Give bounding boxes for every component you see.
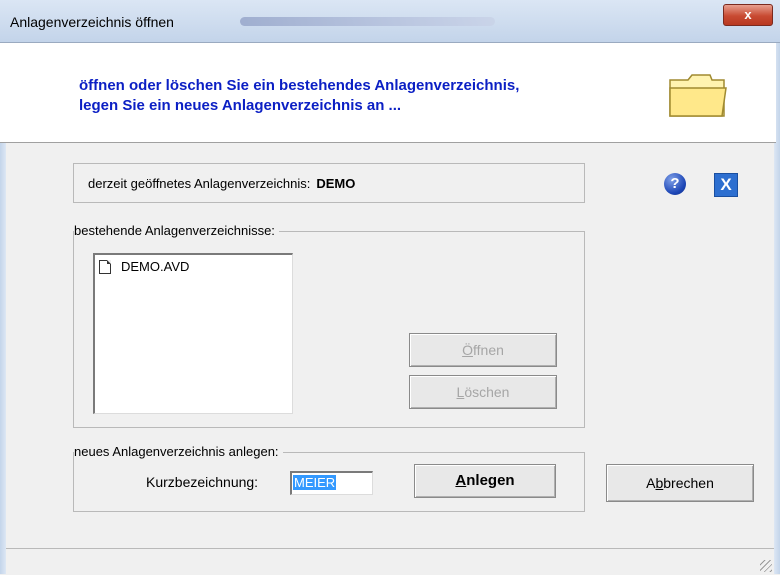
open-button-label: ffnen [473,342,504,358]
existing-directories-legend: bestehende Anlagenverzeichnisse: [74,223,279,238]
window-title: Anlagenverzeichnis öffnen [10,14,174,30]
current-label-text: derzeit geöffnetes Anlagenverzeichnis: [88,176,311,191]
header-line-2: legen Sie ein neues Anlagenverzeichnis a… [79,97,402,114]
status-bar [6,548,774,575]
blurred-title-region [240,17,495,26]
current-directory-box: derzeit geöffnetes Anlagenverzeichnis: DE… [73,163,585,203]
directory-listbox[interactable]: DEMO.AVD [93,253,293,414]
cancel-button[interactable]: Abbrechen [606,464,754,502]
delete-button[interactable]: Löschen [409,375,557,409]
list-item[interactable]: DEMO.AVD [99,259,189,274]
list-item-label: DEMO.AVD [121,259,190,274]
short-name-value: MEIER [293,475,337,490]
help-icon[interactable]: ? [664,173,686,195]
resize-grip-icon[interactable] [760,560,772,572]
current-directory-value: DEMO [316,176,356,191]
open-button[interactable]: Öffnen [409,333,557,367]
short-name-label: Kurzbezeichnung: [146,474,259,490]
title-bar[interactable]: Anlagenverzeichnis öffnen x [0,0,780,43]
folder-icon [669,74,727,117]
short-name-input[interactable]: MEIER [290,471,373,495]
window-close-button[interactable]: x [723,4,773,26]
cancel-button-label: brechen [663,475,714,491]
close-icon[interactable]: X [714,173,738,197]
delete-button-label: öschen [464,384,510,400]
create-button-access-key: A [455,472,467,489]
file-icon [99,259,111,274]
current-directory-label: derzeit geöffnetes Anlagenverzeichnis: DE… [88,176,355,191]
header-instructions: öffnen oder löschen Sie ein bestehendes … [79,76,639,116]
new-directory-legend: neues Anlagenverzeichnis anlegen: [74,444,283,459]
header-line-1: öffnen oder löschen Sie ein bestehendes … [79,77,520,94]
create-button[interactable]: Anlegen [414,464,556,498]
dialog-header: öffnen oder löschen Sie ein bestehendes … [0,43,776,143]
create-button-label: nlegen [466,472,515,489]
open-button-access-key: Ö [462,342,473,358]
